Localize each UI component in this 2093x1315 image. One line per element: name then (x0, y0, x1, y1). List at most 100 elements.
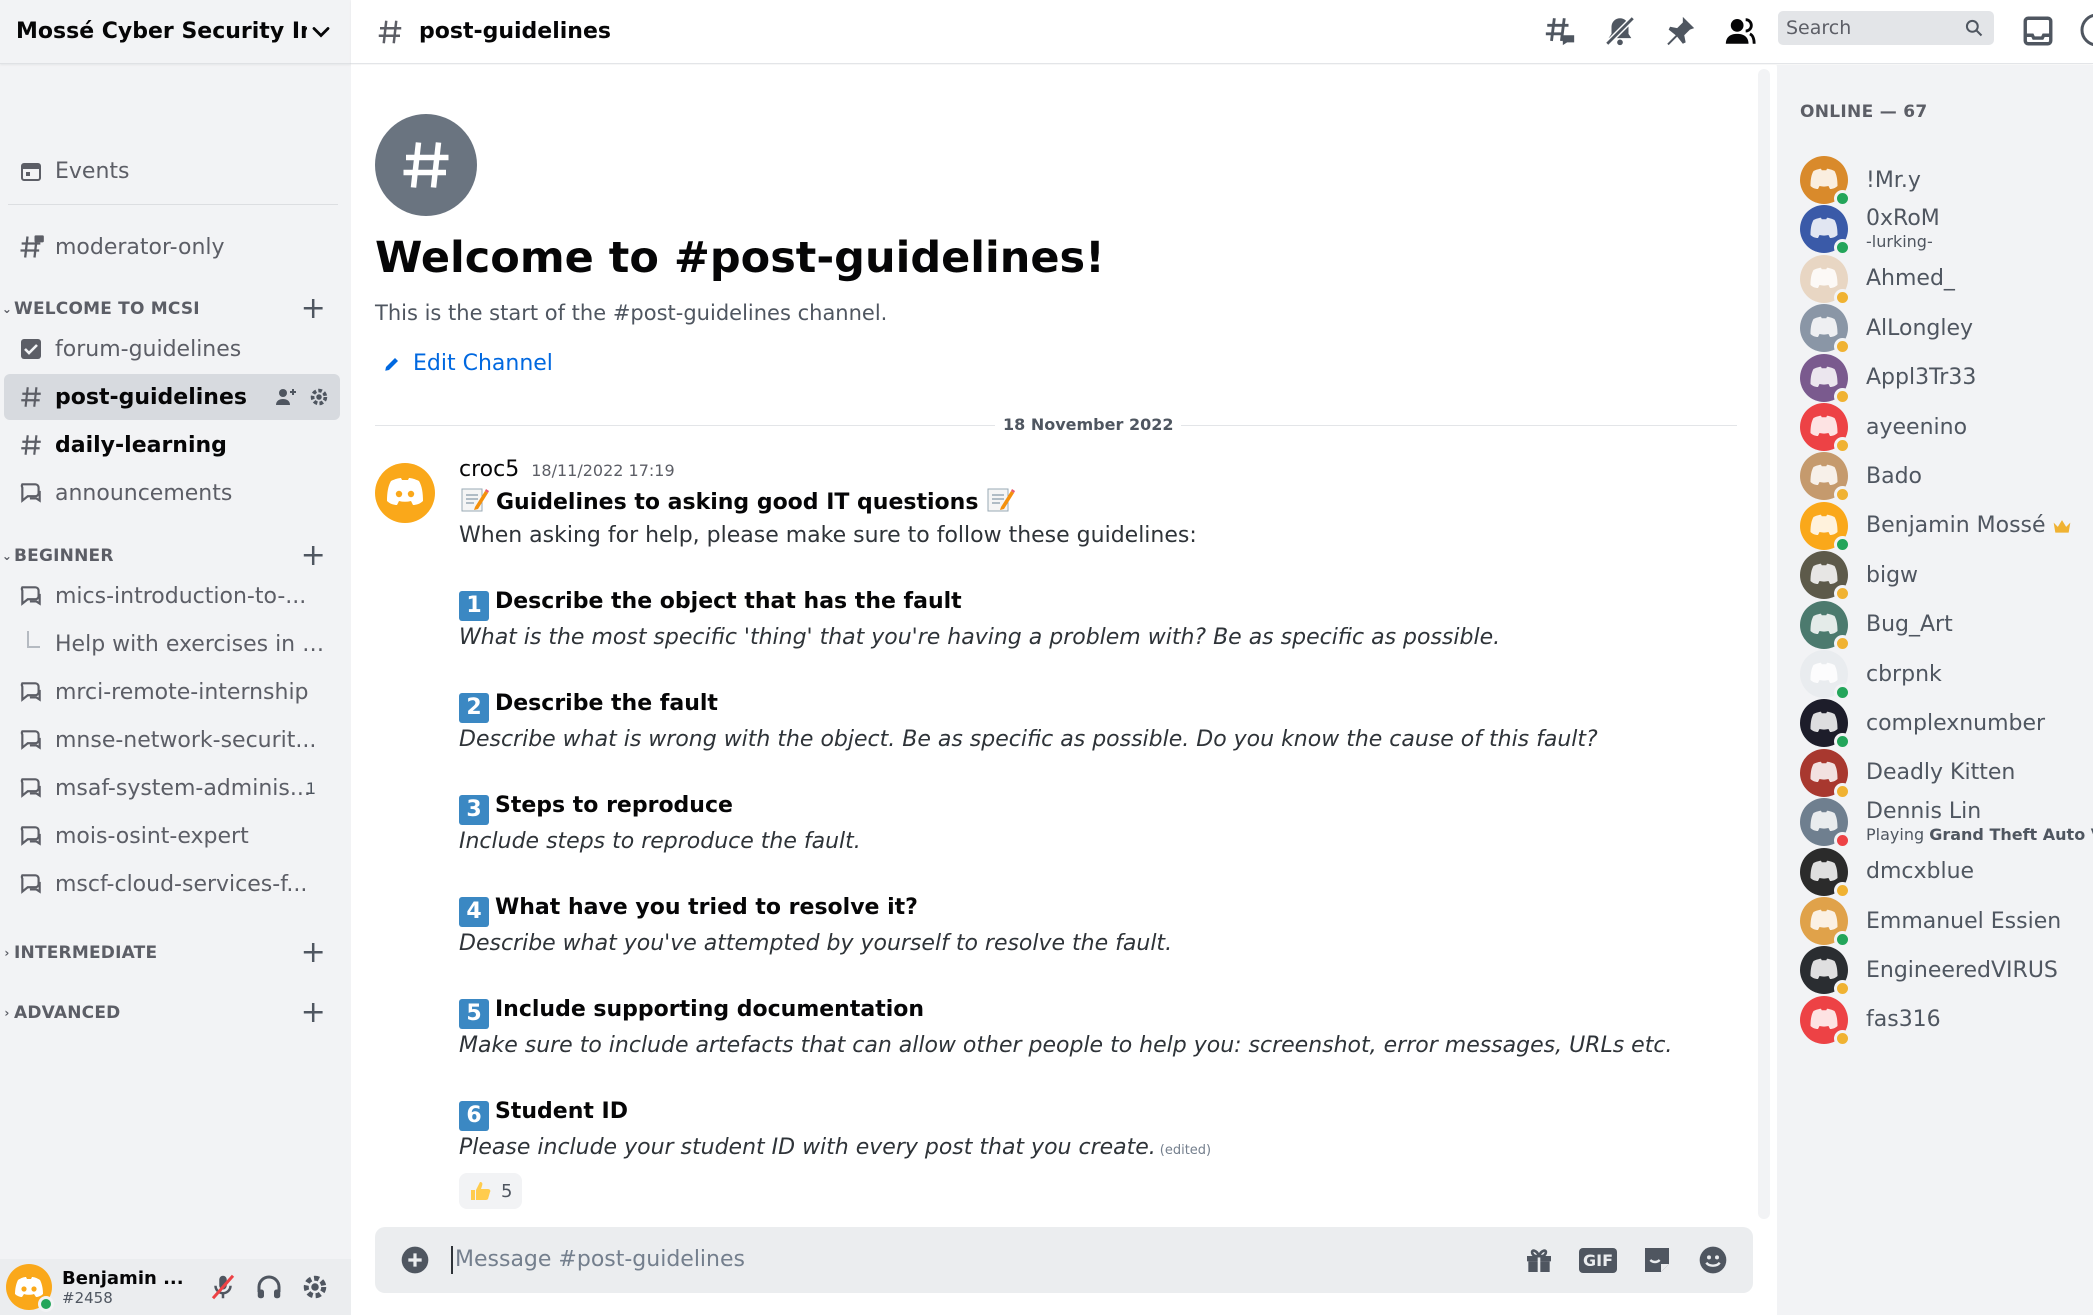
member-item[interactable]: Bado (1800, 451, 2090, 504)
member-item[interactable]: Ahmed_ (1800, 254, 2090, 306)
invite-member-icon[interactable] (274, 385, 298, 409)
edit-channel-link[interactable]: Edit Channel (383, 351, 553, 376)
member-list: ONLINE — 67 !Mr.y 0xRoM -lurking- Ahmed_ AlL… (1777, 65, 2093, 1315)
member-item[interactable]: Benjamin Mossé (1800, 501, 2090, 553)
avatar[interactable] (375, 463, 435, 523)
member-name: 0xRoM (1866, 206, 1940, 232)
user-names[interactable]: Benjamin ... #2458 (62, 1268, 192, 1307)
activity-text: -lurking- (1866, 232, 1933, 252)
member-item[interactable]: Appl3Tr33 (1800, 353, 2090, 405)
pin-icon[interactable] (1663, 14, 1697, 48)
message-input[interactable]: Message #post-guidelines (451, 1246, 1523, 1274)
avatar-figure-icon (1810, 662, 1838, 683)
guideline-description: Describe what you've attempted by yourse… (459, 931, 1173, 956)
category-intermediate[interactable]: › INTERMEDIATE + (0, 938, 340, 968)
member-item[interactable]: !Mr.y (1800, 155, 2090, 207)
channel-moderator-only[interactable]: moderator-only (4, 224, 340, 270)
help-icon[interactable] (2079, 12, 2093, 48)
member-item[interactable]: 0xRoM -lurking- (1800, 204, 2090, 257)
member-name: Deadly Kitten (1866, 760, 2016, 786)
category-advanced[interactable]: › ADVANCED + (0, 998, 340, 1028)
channel-header: post-guidelines Search (351, 0, 2093, 64)
member-item[interactable]: dmcxblue (1800, 847, 2090, 899)
channel-mrci[interactable]: mrci-remote-internship (4, 669, 340, 715)
avatar (1800, 798, 1851, 850)
channel-post-guidelines[interactable]: post-guidelines (4, 374, 340, 420)
add-channel-icon[interactable]: + (301, 938, 326, 968)
avatar (1800, 995, 1851, 1047)
member-item[interactable]: complexnumber (1800, 698, 2090, 751)
category-label: INTERMEDIATE (14, 943, 158, 963)
avatar-figure-icon (1810, 168, 1838, 189)
channel-forum-guidelines[interactable]: forum-guidelines (4, 326, 340, 372)
user-settings-gear-icon[interactable] (300, 1272, 330, 1302)
message-author[interactable]: croc5 (459, 457, 519, 482)
channel-mics[interactable]: mics-introduction-to-... (4, 573, 340, 619)
channel-label: announcements (55, 480, 233, 506)
forum-icon (16, 478, 46, 508)
avatar-figure-icon (1810, 366, 1838, 387)
muted-notifications-icon[interactable] (1603, 14, 1637, 48)
member-item[interactable]: EngineeredVIRUS (1800, 945, 2090, 998)
avatar (1800, 847, 1851, 899)
composer-toolbar: GIF (1523, 1244, 1729, 1276)
events-item[interactable]: Events (4, 148, 340, 194)
forum-icon (16, 773, 46, 803)
edited-marker: (edited) (1159, 1143, 1212, 1158)
channel-label: post-guidelines (55, 384, 247, 410)
thread-help-with-exercises[interactable]: Help with exercises in MI... (4, 621, 340, 667)
avatar-figure-icon (1810, 465, 1838, 486)
search-input[interactable]: Search (1778, 11, 1994, 45)
category-beginner[interactable]: ⌄ BEGINNER + (0, 541, 340, 571)
guideline-title: 5 Include supporting documentation (459, 993, 1729, 1029)
threads-icon[interactable] (1543, 14, 1577, 48)
channel-msaf[interactable]: msaf-system-adminis... 1 (4, 765, 340, 811)
add-channel-icon[interactable]: + (301, 294, 326, 324)
channel-mnse[interactable]: mnse-network-securit... (4, 717, 340, 763)
emoji-picker-icon[interactable] (1697, 1244, 1729, 1276)
guideline-title: 2 Describe the fault (459, 687, 1729, 723)
gift-icon[interactable] (1523, 1244, 1555, 1276)
member-item[interactable]: ayeenino (1800, 402, 2090, 454)
category-welcome[interactable]: ⌄ WELCOME TO MCSI + (0, 294, 340, 324)
inbox-icon[interactable] (2021, 14, 2055, 48)
mute-microphone-icon[interactable] (208, 1272, 238, 1302)
avatar (1800, 353, 1851, 405)
channel-mscf[interactable]: mscf-cloud-services-f... (4, 861, 340, 907)
gif-button[interactable]: GIF (1578, 1247, 1617, 1273)
add-attachment-icon[interactable] (399, 1244, 431, 1276)
reaction-button[interactable]: 5 (459, 1173, 523, 1209)
unread-count-badge: 1 (305, 778, 316, 798)
member-activity: Playing Grand Theft Auto V (1866, 825, 2093, 845)
reaction-count: 5 (501, 1180, 513, 1202)
channel-mois[interactable]: mois-osint-expert (4, 813, 340, 859)
member-item[interactable]: Emmanuel Essien (1800, 896, 2090, 948)
chat-scrollbar[interactable] (1758, 69, 1770, 1219)
avatar-figure-icon (1810, 810, 1838, 832)
channel-daily-learning[interactable]: daily-learning (4, 422, 340, 468)
avatar (1800, 156, 1851, 207)
member-item[interactable]: AlLongley (1800, 303, 2090, 356)
headphones-icon[interactable] (254, 1272, 284, 1302)
member-item[interactable]: Dennis Lin Playing Grand Theft Auto V (1800, 797, 2093, 850)
channel-announcements[interactable]: announcements (4, 470, 340, 516)
member-item[interactable]: Bug_Art (1800, 600, 2090, 652)
discord-avatar-icon (387, 478, 423, 505)
welcome-title: Welcome to #post-guidelines! (375, 233, 1105, 283)
guideline-title: 1 Describe the object that has the fault (459, 585, 1729, 621)
avatar-figure-icon (1810, 613, 1838, 634)
member-item[interactable]: Deadly Kitten (1800, 748, 2090, 800)
sticker-icon[interactable] (1641, 1244, 1673, 1276)
add-channel-icon[interactable]: + (301, 541, 326, 571)
member-item[interactable]: bigw (1800, 550, 2090, 603)
member-item[interactable]: cbrpnk (1800, 649, 2090, 701)
member-list-icon[interactable] (1723, 14, 1757, 48)
add-channel-icon[interactable]: + (301, 998, 326, 1028)
server-header[interactable]: Mossé Cyber Security In... (0, 0, 351, 64)
channel-label: moderator-only (55, 234, 225, 260)
gear-icon[interactable] (308, 386, 330, 408)
member-name-block: Dennis Lin Playing Grand Theft Auto V (1866, 799, 2093, 845)
member-item[interactable]: fas316 (1800, 995, 2090, 1047)
guideline-title-text: Steps to reproduce (495, 793, 733, 818)
avatar[interactable] (6, 1264, 54, 1312)
